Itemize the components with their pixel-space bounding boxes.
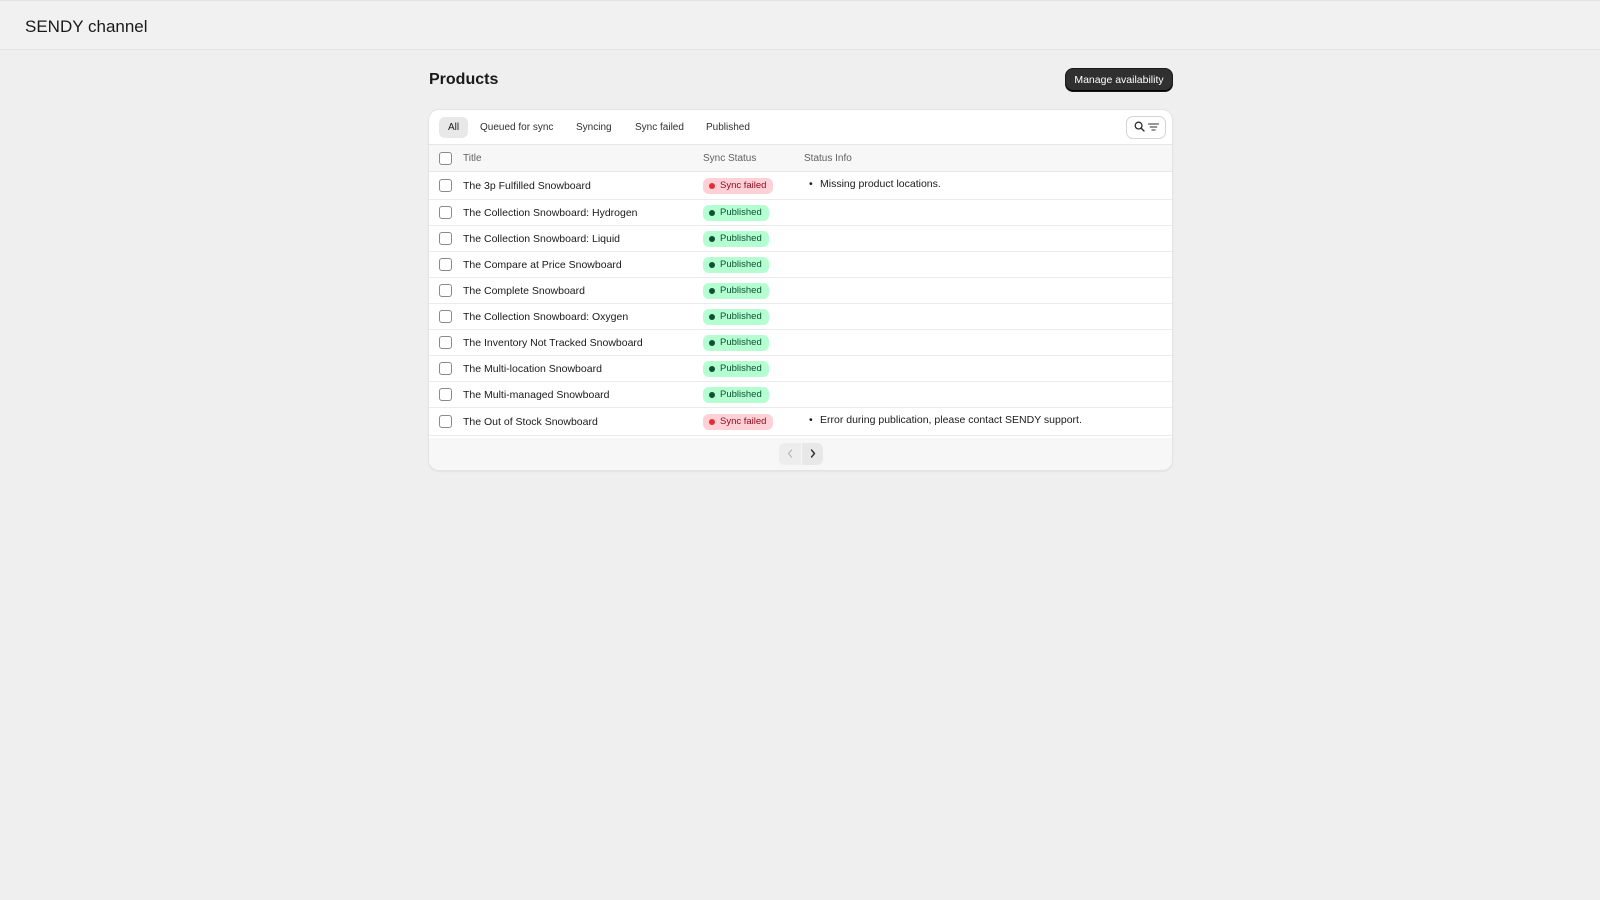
row-checkbox[interactable] [439, 206, 452, 219]
tab-sync-failed[interactable]: Sync failed [626, 117, 693, 138]
manage-availability-button[interactable]: Manage availability [1066, 69, 1172, 91]
next-page-button[interactable] [801, 443, 823, 465]
product-title: The Collection Snowboard: Oxygen [463, 311, 629, 323]
search-icon [1134, 119, 1145, 137]
table-row[interactable]: The Inventory Not Tracked Snowboard Publi… [429, 330, 1172, 356]
table-row[interactable]: The Collection Snowboard: Hydrogen Publis… [429, 200, 1172, 226]
status-dot-icon [709, 419, 715, 425]
status-badge: Published [703, 257, 769, 273]
chevron-right-icon [809, 445, 817, 463]
status-dot-icon [709, 236, 715, 242]
status-badge: Published [703, 387, 769, 403]
status-dot-icon [709, 392, 715, 398]
product-title: The Collection Snowboard: Liquid [463, 233, 621, 245]
table-header: Title Sync Status Status Info [429, 144, 1172, 172]
bullet: • [809, 178, 813, 190]
product-title: The Multi-location Snowboard [463, 363, 602, 375]
products-card: All Queued for sync Syncing Sync failed … [429, 110, 1172, 470]
status-label: Published [720, 207, 762, 218]
row-checkbox[interactable] [439, 388, 452, 401]
status-info-text: Error during publication, please contact… [820, 414, 1082, 426]
table-row[interactable]: The Multi-managed Snowboard Published [429, 382, 1172, 408]
status-dot-icon [709, 314, 715, 320]
status-badge: Published [703, 361, 769, 377]
status-label: Published [720, 363, 762, 374]
status-info-text: Missing product locations. [820, 178, 941, 190]
product-title: The Complete Snowboard [463, 285, 585, 297]
table-row[interactable]: The Out of Stock Snowboard Sync failed • Er… [429, 408, 1172, 436]
status-badge: Published [703, 231, 769, 247]
status-dot-icon [709, 262, 715, 268]
column-sync-status: Sync Status [703, 153, 757, 164]
column-title: Title [463, 153, 482, 164]
row-checkbox[interactable] [439, 284, 452, 297]
filter-tabs: All Queued for sync Syncing Sync failed … [429, 110, 1172, 144]
tab-queued-for-sync[interactable]: Queued for sync [471, 117, 562, 138]
status-dot-icon [709, 183, 715, 189]
status-badge: Sync failed [703, 178, 774, 194]
status-dot-icon [709, 210, 715, 216]
status-badge: Sync failed [703, 414, 774, 430]
status-info: • Error during publication, please contac… [809, 414, 1082, 426]
tab-published[interactable]: Published [697, 117, 759, 138]
status-label: Sync failed [720, 416, 767, 427]
table-row[interactable]: The Multi-location Snowboard Published [429, 356, 1172, 382]
product-title: The Multi-managed Snowboard [463, 389, 610, 401]
product-title: The 3p Fulfilled Snowboard [463, 180, 591, 192]
table-footer [429, 438, 1172, 470]
status-label: Published [720, 389, 762, 400]
status-badge: Published [703, 205, 769, 221]
row-checkbox[interactable] [439, 232, 452, 245]
status-badge: Published [703, 283, 769, 299]
search-filter-button[interactable] [1127, 117, 1165, 138]
select-all-checkbox[interactable] [439, 152, 452, 165]
previous-page-button[interactable] [779, 443, 801, 465]
status-badge: Published [703, 335, 769, 351]
row-checkbox[interactable] [439, 362, 452, 375]
page-title: Products [429, 71, 499, 88]
tab-all[interactable]: All [439, 117, 469, 138]
status-dot-icon [709, 366, 715, 372]
status-label: Published [720, 285, 762, 296]
table-row[interactable]: The Collection Snowboard: Liquid Publishe… [429, 226, 1172, 252]
status-info: • Missing product locations. [809, 178, 941, 190]
pagination [779, 443, 823, 465]
row-checkbox[interactable] [439, 179, 452, 192]
status-label: Published [720, 259, 762, 270]
table-row[interactable]: The 3p Fulfilled Snowboard Sync failed • Mi… [429, 172, 1172, 200]
product-title: The Inventory Not Tracked Snowboard [463, 337, 643, 349]
status-label: Published [720, 233, 762, 244]
filter-icon [1147, 119, 1159, 137]
table-row[interactable]: The Complete Snowboard Published [429, 278, 1172, 304]
status-label: Sync failed [720, 180, 767, 191]
product-title: The Compare at Price Snowboard [463, 259, 622, 271]
row-checkbox[interactable] [439, 415, 452, 428]
chevron-left-icon [786, 445, 794, 463]
status-dot-icon [709, 288, 715, 294]
status-label: Published [720, 311, 762, 322]
status-label: Published [720, 337, 762, 348]
table-row[interactable]: The Compare at Price Snowboard Published [429, 252, 1172, 278]
tab-syncing[interactable]: Syncing [567, 117, 621, 138]
product-title: The Out of Stock Snowboard [463, 416, 598, 428]
row-checkbox[interactable] [439, 336, 452, 349]
row-checkbox[interactable] [439, 258, 452, 271]
table-row[interactable]: The Collection Snowboard: Oxygen Publishe… [429, 304, 1172, 330]
product-title: The Collection Snowboard: Hydrogen [463, 207, 638, 219]
app-title: SENDY channel [25, 17, 148, 36]
status-badge: Published [703, 309, 769, 325]
bullet: • [809, 414, 813, 426]
row-checkbox[interactable] [439, 310, 452, 323]
column-status-info: Status Info [804, 153, 852, 164]
app-header: SENDY channel [0, 0, 1600, 50]
status-dot-icon [709, 340, 715, 346]
